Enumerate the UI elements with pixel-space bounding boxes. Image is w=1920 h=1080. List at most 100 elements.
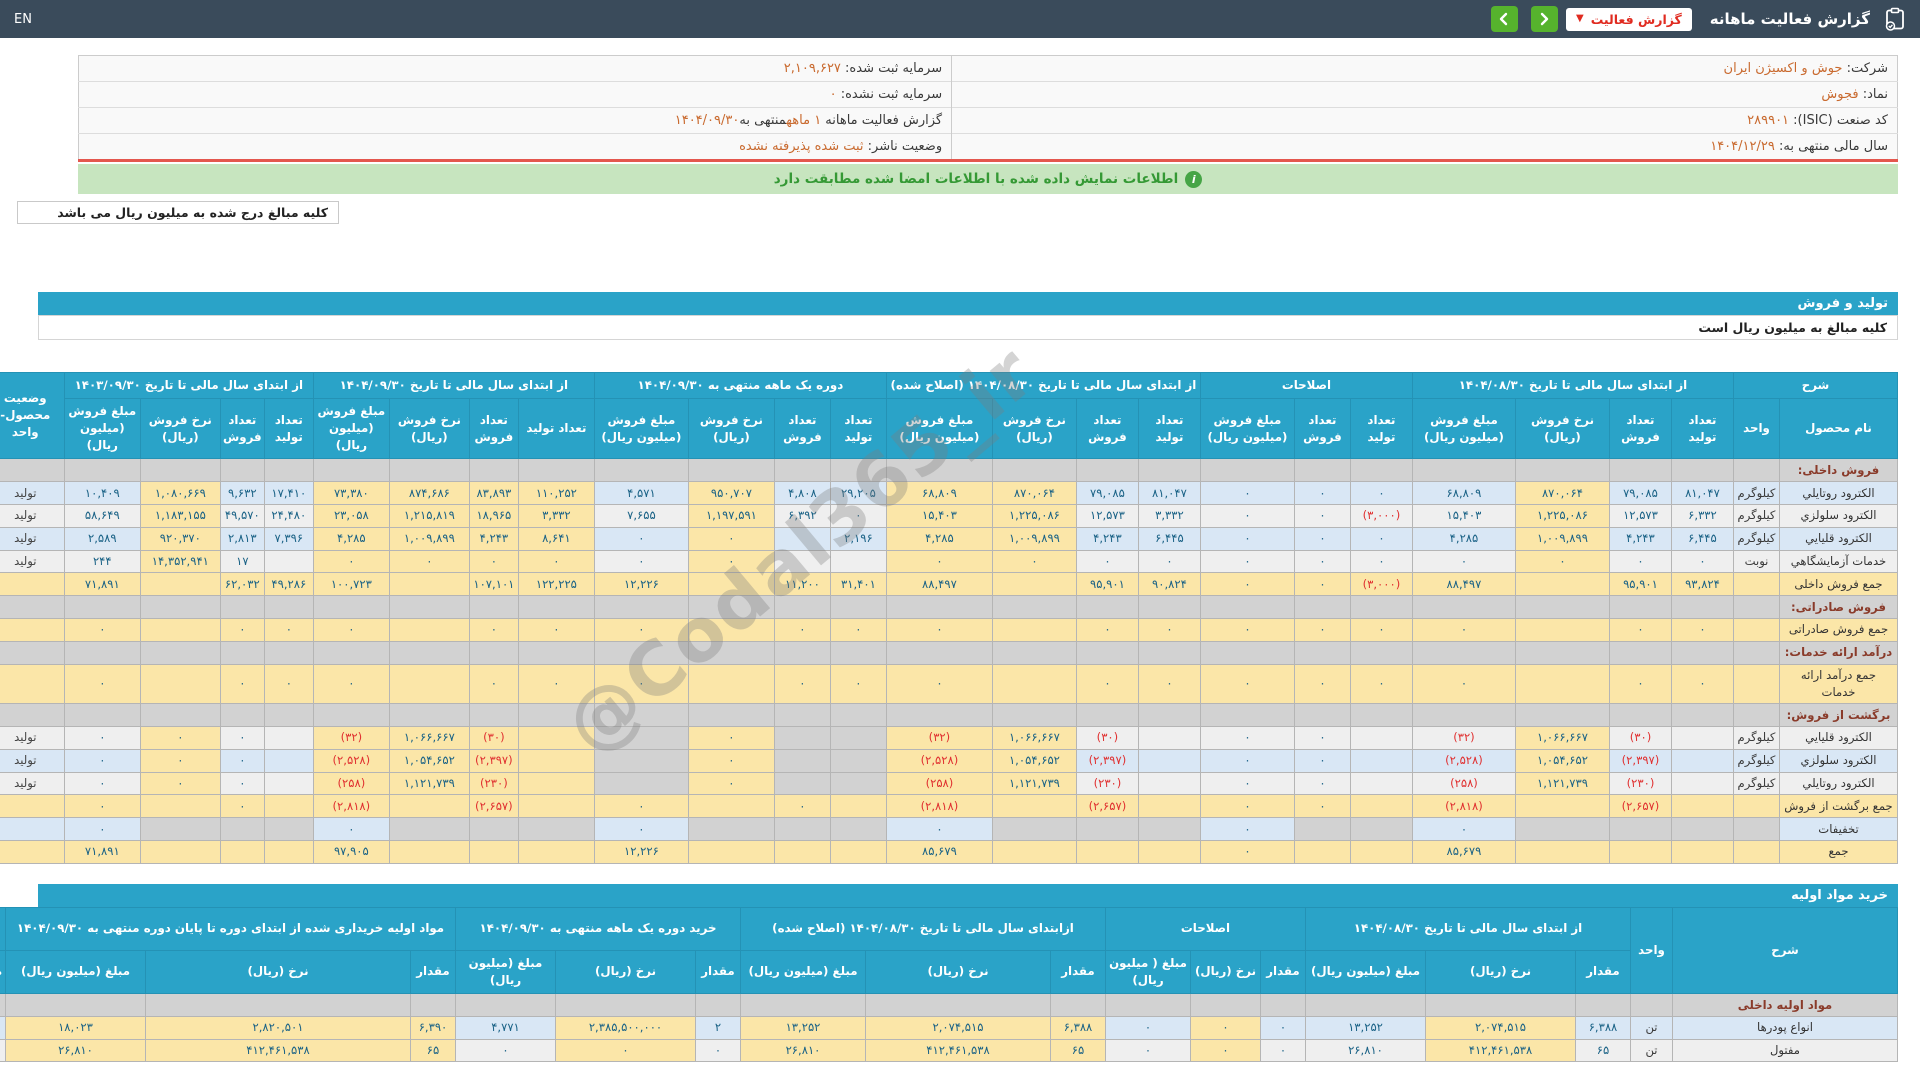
section-cell [1138, 459, 1200, 482]
value-cell: ۱۳,۲۵۲ [741, 1016, 866, 1039]
value-cell: ۸,۶۴۱ [518, 527, 594, 550]
value-cell: ۰ [313, 664, 389, 704]
value-cell [469, 840, 518, 863]
value-cell: ۰ [64, 818, 140, 841]
product-unit: نوبت [1733, 550, 1779, 573]
section-title: مواد اولیه داخلی [1673, 994, 1898, 1017]
value-cell [264, 726, 313, 749]
section-cell [264, 459, 313, 482]
section-cell [1671, 641, 1733, 664]
value-cell: (۳۰) [469, 726, 518, 749]
value-cell: ۱,۰۶۶,۶۶۷ [1515, 726, 1609, 749]
value-cell [264, 795, 313, 818]
value-cell [1138, 772, 1200, 795]
section-cell [830, 704, 886, 727]
info-icon: i [1185, 171, 1202, 188]
section-cell [1294, 459, 1350, 482]
value-cell [1138, 726, 1200, 749]
value-cell: ۸۱,۰۴۷ [1671, 482, 1733, 505]
column-header: واحد [1733, 399, 1779, 459]
value-cell: ۰ [1609, 550, 1671, 573]
column-header: تعداد تولید [1350, 399, 1412, 459]
value-cell [992, 664, 1076, 704]
column-header: مبلغ فروش (میلیون ریال) [1200, 399, 1294, 459]
value-cell: ۶۲,۰۳۲ [220, 573, 264, 596]
value-cell: ۹۰,۸۲۴ [1138, 573, 1200, 596]
section-cell [64, 596, 140, 619]
value-cell [1076, 818, 1138, 841]
value-cell: ۰ [1294, 664, 1350, 704]
section-cell [389, 596, 469, 619]
section-cell [594, 596, 688, 619]
value-cell: ۰ [688, 726, 774, 749]
value-cell [264, 840, 313, 863]
value-cell [264, 550, 313, 573]
language-switch-en[interactable]: EN [14, 12, 32, 27]
value-cell: ۱,۰۶۶,۶۶۷ [992, 726, 1076, 749]
section-cell [1261, 994, 1306, 1017]
value-cell: ۰ [64, 664, 140, 704]
value-cell: ۰ [774, 795, 830, 818]
value-cell: ۰ [1350, 527, 1412, 550]
value-cell: ۰ [1412, 618, 1515, 641]
section-cell [469, 704, 518, 727]
value-cell: ۲۳,۰۵۸ [313, 504, 389, 527]
total-name: جمع درآمد ارائه خدمات [1780, 664, 1898, 704]
column-header: دوره یک ماهه منتهی به ۱۴۰۴/۰۹/۳۰ [594, 373, 886, 399]
value-cell: (۲۳۰) [1076, 772, 1138, 795]
column-header: اصلاحات [1106, 907, 1306, 950]
value-cell: ۲,۰۷۴,۵۱۵ [866, 1016, 1051, 1039]
column-header: مبلغ فروش (میلیون ریال) [886, 399, 992, 459]
value-cell: ۰ [456, 1039, 556, 1062]
value-cell: ۱۷ [220, 550, 264, 573]
value-cell [1671, 749, 1733, 772]
status-cell [0, 795, 64, 818]
section-cell [830, 596, 886, 619]
value-cell: ۱۸,۰۲۳ [5, 1016, 145, 1039]
value-cell: ۰ [1412, 664, 1515, 704]
info-field: وضعیت ناشر: ثبت شده پذیرفته نشده [79, 134, 952, 161]
section-cell [313, 641, 389, 664]
value-cell [688, 664, 774, 704]
column-header: شرح [1673, 907, 1898, 993]
chevron-right-button[interactable] [1531, 6, 1558, 32]
value-cell: (۲,۶۵۷) [469, 795, 518, 818]
section-cell [1051, 994, 1106, 1017]
value-cell: ۶,۳۹۰ [411, 1016, 456, 1039]
value-cell [1350, 772, 1412, 795]
value-cell: ۰ [1412, 550, 1515, 573]
value-cell: ۱۷,۴۱۰ [264, 482, 313, 505]
value-cell [830, 726, 886, 749]
value-cell: ۰ [1350, 550, 1412, 573]
section-cell [1076, 459, 1138, 482]
value-cell: ۷,۶۵۵ [594, 504, 688, 527]
total-name: جمع فروش داخلی [1780, 573, 1898, 596]
value-cell: ۲,۸۲۰,۵۰۱ [146, 1016, 411, 1039]
value-cell: ۴۱۲,۴۶۱,۵۳۸ [1426, 1039, 1576, 1062]
value-cell: (۲,۳۹۷) [469, 749, 518, 772]
section-cell [1515, 641, 1609, 664]
section-cell [774, 704, 830, 727]
value-cell [469, 818, 518, 841]
value-cell: ۰ [594, 818, 688, 841]
section-cell [1138, 641, 1200, 664]
signature-notice: i اطلاعات نمایش داده شده با اطلاعات امضا… [78, 164, 1898, 194]
value-cell: ۰ [220, 664, 264, 704]
section-cell [830, 641, 886, 664]
column-header: شرح [1733, 373, 1897, 399]
status-cell [0, 664, 64, 704]
chevron-left-button[interactable] [1491, 6, 1518, 32]
value-cell: ۱,۰۰۹,۸۹۹ [389, 527, 469, 550]
value-cell: ۸۵,۶۷۹ [1412, 840, 1515, 863]
value-cell: (۲۳۰) [469, 772, 518, 795]
value-cell [1671, 818, 1733, 841]
value-cell: ۹۲۰,۳۷۰ [140, 527, 220, 550]
section-cell [886, 704, 992, 727]
value-cell: ۶۵ [1576, 1039, 1631, 1062]
value-cell: ۰ [313, 550, 389, 573]
value-cell: ۰ [1200, 618, 1294, 641]
value-cell: ۷۳,۳۸۰ [313, 482, 389, 505]
section-cell [0, 596, 64, 619]
value-cell [140, 618, 220, 641]
report-type-dropdown[interactable]: گزارش فعالیت ▼ [1566, 8, 1692, 31]
